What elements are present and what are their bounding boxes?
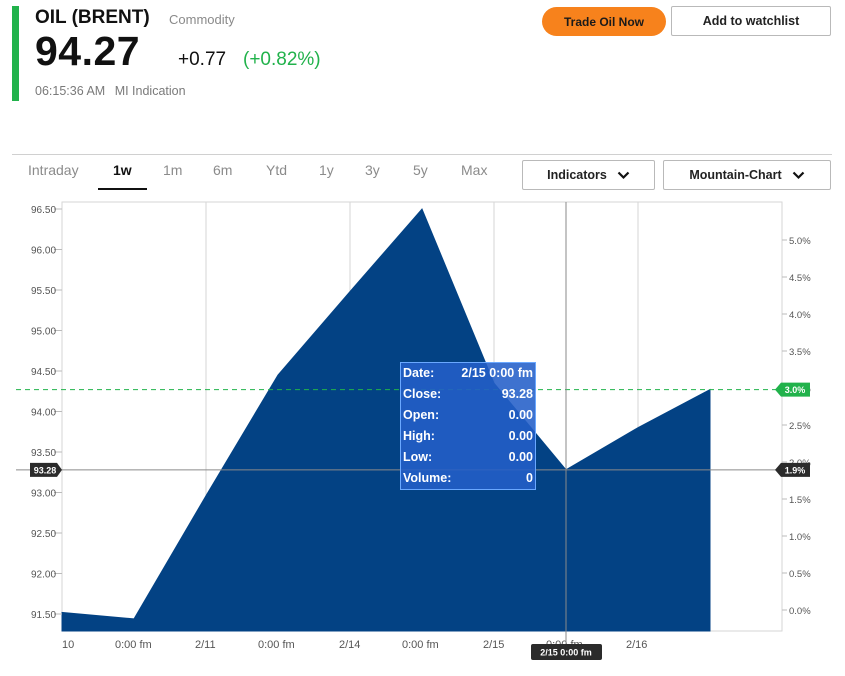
y2-axis-label: 5.0% (789, 236, 811, 247)
tooltip-high-label: High: (403, 429, 435, 443)
y2-axis-label: 4.5% (789, 273, 811, 284)
add-to-watchlist-button[interactable]: Add to watchlist (671, 6, 831, 36)
chevron-down-icon (617, 171, 630, 179)
y2-axis-label: 1.0% (789, 532, 811, 543)
indicators-dropdown[interactable]: Indicators (522, 160, 655, 190)
quote-time: 06:15:36 AM (35, 84, 106, 98)
trade-now-button[interactable]: Trade Oil Now (542, 7, 666, 36)
tooltip-close-value: 93.28 (501, 387, 533, 401)
y-axis-label: 93.00 (31, 489, 56, 500)
accent-bar (12, 6, 19, 101)
tab-6m[interactable]: 6m (213, 162, 232, 178)
tooltip-open-value: 0.00 (508, 408, 533, 422)
quote-source: MI Indication (114, 84, 186, 98)
chart-type-dropdown-label: Mountain-Chart (689, 168, 782, 182)
y-axis-label: 95.50 (31, 286, 56, 297)
tab-1m[interactable]: 1m (163, 162, 182, 178)
toolbar-divider (12, 154, 832, 155)
tooltip-date-value: 2/15 0:00 fm (461, 366, 533, 380)
quote-meta: 06:15:36 AM MI Indication (35, 84, 192, 98)
active-tab-indicator (98, 188, 147, 190)
tooltip-volume-label: Volume: (403, 471, 452, 485)
tab-3y[interactable]: 3y (365, 162, 380, 178)
instrument-title: OIL (BRENT) (35, 7, 150, 28)
tab-5y[interactable]: 5y (413, 162, 428, 178)
crosshair-date-label: 2/15 0:00 fm (540, 648, 592, 658)
tab-ytd[interactable]: Ytd (266, 162, 287, 178)
y-axis-label: 91.50 (31, 610, 56, 621)
tooltip-date-label: Date: (403, 366, 435, 380)
tab-1w[interactable]: 1w (113, 162, 132, 178)
y2-axis-label: 2.5% (789, 421, 811, 432)
instrument-type: Commodity (169, 12, 235, 27)
reference-percent-label: 3.0% (785, 385, 806, 395)
indicators-dropdown-label: Indicators (547, 168, 607, 182)
data-tooltip: Date: 2/15 0:00 fm Close: 93.28 Open: 0.00 … (400, 362, 536, 490)
y-axis-label: 92.00 (31, 570, 56, 581)
crosshair-percent-label: 1.9% (785, 465, 806, 475)
y2-axis-label: 4.0% (789, 310, 811, 321)
current-price: 94.27 (35, 28, 141, 74)
tab-1y[interactable]: 1y (319, 162, 334, 178)
y-axis-label: 92.50 (31, 529, 56, 540)
tooltip-volume-value: 0 (526, 471, 533, 485)
y-axis-label: 93.50 (31, 448, 56, 459)
y2-axis-label: 3.5% (789, 347, 811, 358)
y2-axis-label: 0.5% (789, 569, 811, 580)
chevron-down-icon (792, 171, 804, 179)
x-axis-label: 2/16 (626, 639, 647, 651)
y2-axis-label: 1.5% (789, 495, 811, 506)
price-change-percent: (+0.82%) (243, 49, 321, 70)
tooltip-close-label: Close: (403, 387, 442, 401)
tooltip-high-value: 0.00 (508, 429, 533, 443)
price-change: +0.77 (178, 49, 227, 70)
y-axis-label: 94.00 (31, 408, 56, 419)
y-axis-label: 96.50 (31, 205, 56, 216)
tooltip-open-label: Open: (403, 408, 440, 422)
tooltip-low-value: 0.00 (508, 450, 533, 464)
x-axis-label: 0:00 fm (402, 639, 439, 651)
y-axis-label: 94.50 (31, 367, 56, 378)
y-axis-label: 95.00 (31, 327, 56, 338)
x-axis-label: 0:00 fm (258, 639, 295, 651)
crosshair-price-label: 93.28 (34, 465, 57, 475)
tooltip-low-label: Low: (403, 450, 433, 464)
x-axis-label: 2/15 (483, 639, 504, 651)
x-axis-label: 2/14 (339, 639, 360, 651)
y-axis-label: 96.00 (31, 246, 56, 257)
x-axis-label: 10 (62, 639, 74, 651)
chart-type-dropdown[interactable]: Mountain-Chart (663, 160, 831, 190)
y2-axis-label: 0.0% (789, 606, 811, 617)
x-axis-label: 2/11 (195, 639, 216, 651)
x-axis-label: 0:00 fm (115, 639, 152, 651)
tab-intraday[interactable]: Intraday (28, 162, 79, 178)
tab-max[interactable]: Max (461, 162, 487, 178)
